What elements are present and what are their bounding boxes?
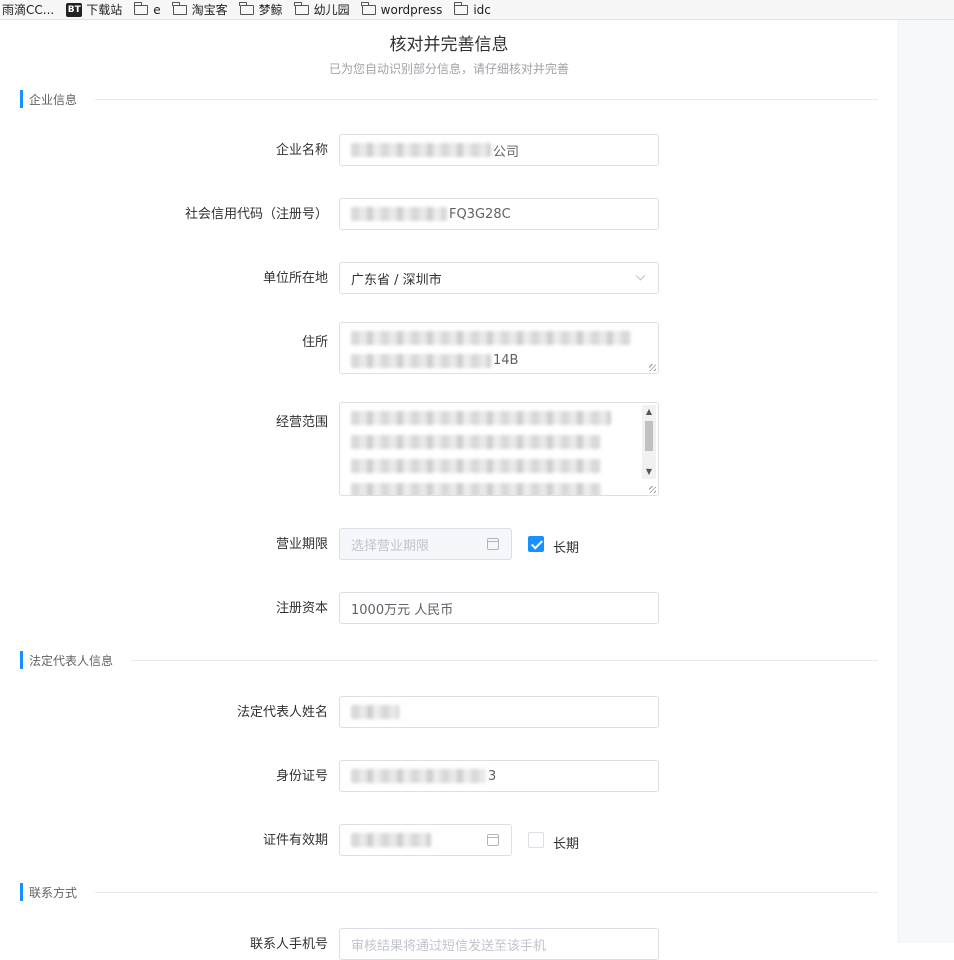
validity-longterm-label[interactable]: 长期 bbox=[553, 833, 579, 852]
section-title: 企业信息 bbox=[29, 92, 78, 107]
bookmark-folder-e[interactable]: e bbox=[133, 0, 161, 20]
bookmark-folder-kindergarten[interactable]: 幼儿园 bbox=[294, 0, 350, 20]
scope-line bbox=[351, 483, 647, 495]
folder-icon bbox=[133, 1, 149, 15]
capital-input[interactable]: 1000万元 人民币 bbox=[339, 592, 659, 624]
bookmark-folder-taobaoke[interactable]: 淘宝客 bbox=[172, 0, 228, 20]
scope-line bbox=[351, 411, 647, 429]
address-line-1 bbox=[351, 331, 647, 349]
bookmark-label: e bbox=[153, 2, 161, 17]
legal-rep-name-label: 法定代表人姓名 bbox=[236, 705, 328, 720]
bookmark-folder-mengjing[interactable]: 梦鲸 bbox=[239, 0, 283, 20]
section-accent-bar bbox=[20, 883, 23, 901]
bookmarks-bar: 雨滴CC... BT 下载站 e 淘宝客 梦鲸 幼儿园 wordpress id… bbox=[0, 0, 954, 20]
folder-icon bbox=[294, 1, 309, 15]
id-number-input[interactable]: 3 bbox=[339, 760, 659, 792]
term-date-picker[interactable]: 选择营业期限 bbox=[339, 528, 512, 560]
scope-textarea[interactable]: ▲ ▼ bbox=[339, 402, 659, 496]
section-contact: 联系方式 bbox=[20, 882, 878, 902]
capital-value: 1000万元 人民币 bbox=[351, 602, 454, 618]
redacted-text bbox=[351, 207, 447, 221]
folder-icon bbox=[453, 1, 469, 15]
folder-icon bbox=[239, 1, 254, 15]
address-label: 住所 bbox=[301, 335, 328, 350]
scope-label: 经营范围 bbox=[275, 415, 328, 430]
company-name-value: 公司 bbox=[493, 144, 520, 160]
company-name-input[interactable]: 公司 bbox=[339, 134, 659, 166]
scrollbar-thumb[interactable] bbox=[645, 421, 653, 451]
folder-icon bbox=[172, 1, 187, 15]
credit-code-input[interactable]: FQ3G28C bbox=[339, 198, 659, 230]
redacted-text bbox=[351, 705, 399, 719]
right-side-panel bbox=[898, 20, 954, 943]
form-container: 核对并完善信息 已为您自动识别部分信息，请仔细核对并完善 企业信息 企业名称 公… bbox=[0, 20, 898, 960]
redacted-text bbox=[351, 353, 491, 368]
bookmark-label: 下载站 bbox=[86, 3, 123, 17]
bt-icon: BT bbox=[66, 2, 83, 17]
credit-code-value: FQ3G28C bbox=[449, 206, 511, 222]
term-label: 营业期限 bbox=[275, 537, 328, 552]
credit-code-label: 社会信用代码（注册号） bbox=[184, 207, 328, 222]
section-divider bbox=[131, 659, 878, 661]
bookmark-label: idc bbox=[473, 2, 491, 17]
id-number-label: 身份证号 bbox=[275, 769, 328, 784]
contact-phone-placeholder: 审核结果将通过短信发送至该手机 bbox=[351, 938, 547, 954]
term-longterm-checkbox[interactable] bbox=[528, 536, 544, 552]
bookmark-label: 梦鲸 bbox=[258, 3, 283, 17]
resize-handle-icon[interactable] bbox=[649, 364, 656, 371]
bookmark-label: 幼儿园 bbox=[313, 3, 350, 17]
calendar-icon bbox=[487, 538, 499, 550]
chevron-down-icon bbox=[635, 270, 646, 281]
bookmark-download-site[interactable]: BT 下载站 bbox=[66, 0, 122, 20]
section-divider bbox=[95, 891, 878, 893]
redacted-text bbox=[351, 833, 431, 847]
redacted-text bbox=[351, 483, 601, 495]
section-legal-rep: 法定代表人信息 bbox=[20, 650, 878, 670]
scroll-up-icon[interactable]: ▲ bbox=[642, 405, 656, 419]
validity-longterm-checkbox[interactable] bbox=[528, 832, 544, 848]
bookmark-label: wordpress bbox=[380, 2, 443, 17]
redacted-text bbox=[351, 459, 601, 473]
bookmark-raindrop[interactable]: 雨滴CC... bbox=[2, 0, 54, 20]
scroll-down-icon[interactable]: ▼ bbox=[642, 465, 656, 479]
scope-line bbox=[351, 435, 647, 453]
capital-label: 注册资本 bbox=[275, 601, 328, 616]
scope-line bbox=[351, 459, 647, 477]
calendar-icon bbox=[487, 834, 499, 846]
resize-handle-icon[interactable] bbox=[649, 486, 656, 493]
redacted-text bbox=[351, 331, 631, 345]
page-subtitle: 已为您自动识别部分信息，请仔细核对并完善 bbox=[328, 62, 569, 76]
bookmark-folder-idc[interactable]: idc bbox=[453, 0, 491, 20]
section-accent-bar bbox=[20, 90, 23, 108]
page-title: 核对并完善信息 bbox=[389, 35, 509, 55]
term-placeholder: 选择营业期限 bbox=[351, 538, 430, 554]
redacted-text bbox=[351, 435, 601, 449]
id-validity-label: 证件有效期 bbox=[262, 833, 328, 848]
bookmark-folder-wordpress[interactable]: wordpress bbox=[361, 0, 443, 20]
location-select[interactable]: 广东省 / 深圳市 bbox=[339, 262, 659, 294]
legal-rep-name-input[interactable] bbox=[339, 696, 659, 728]
address-line-2: 14B bbox=[351, 353, 647, 368]
company-name-label: 企业名称 bbox=[275, 143, 328, 158]
section-company: 企业信息 bbox=[20, 89, 878, 109]
bookmark-label: 雨滴CC... bbox=[2, 3, 55, 17]
section-title: 法定代表人信息 bbox=[29, 653, 114, 668]
location-value: 广东省 / 深圳市 bbox=[351, 272, 442, 288]
bookmark-label: 淘宝客 bbox=[191, 3, 228, 17]
folder-icon bbox=[361, 1, 376, 15]
section-divider bbox=[95, 98, 878, 100]
address-value: 14B bbox=[493, 353, 519, 368]
address-textarea[interactable]: 14B bbox=[339, 322, 659, 374]
redacted-text bbox=[351, 143, 491, 157]
redacted-text bbox=[351, 411, 611, 425]
id-validity-date-picker[interactable] bbox=[339, 824, 512, 856]
scrollbar[interactable]: ▲ ▼ bbox=[642, 405, 656, 479]
section-accent-bar bbox=[20, 651, 23, 669]
section-title: 联系方式 bbox=[29, 885, 78, 900]
location-label: 单位所在地 bbox=[262, 271, 328, 286]
term-longterm-label[interactable]: 长期 bbox=[553, 537, 579, 556]
id-number-value: 3 bbox=[488, 768, 497, 784]
redacted-text bbox=[351, 769, 486, 783]
contact-phone-input[interactable]: 审核结果将通过短信发送至该手机 bbox=[339, 928, 659, 960]
